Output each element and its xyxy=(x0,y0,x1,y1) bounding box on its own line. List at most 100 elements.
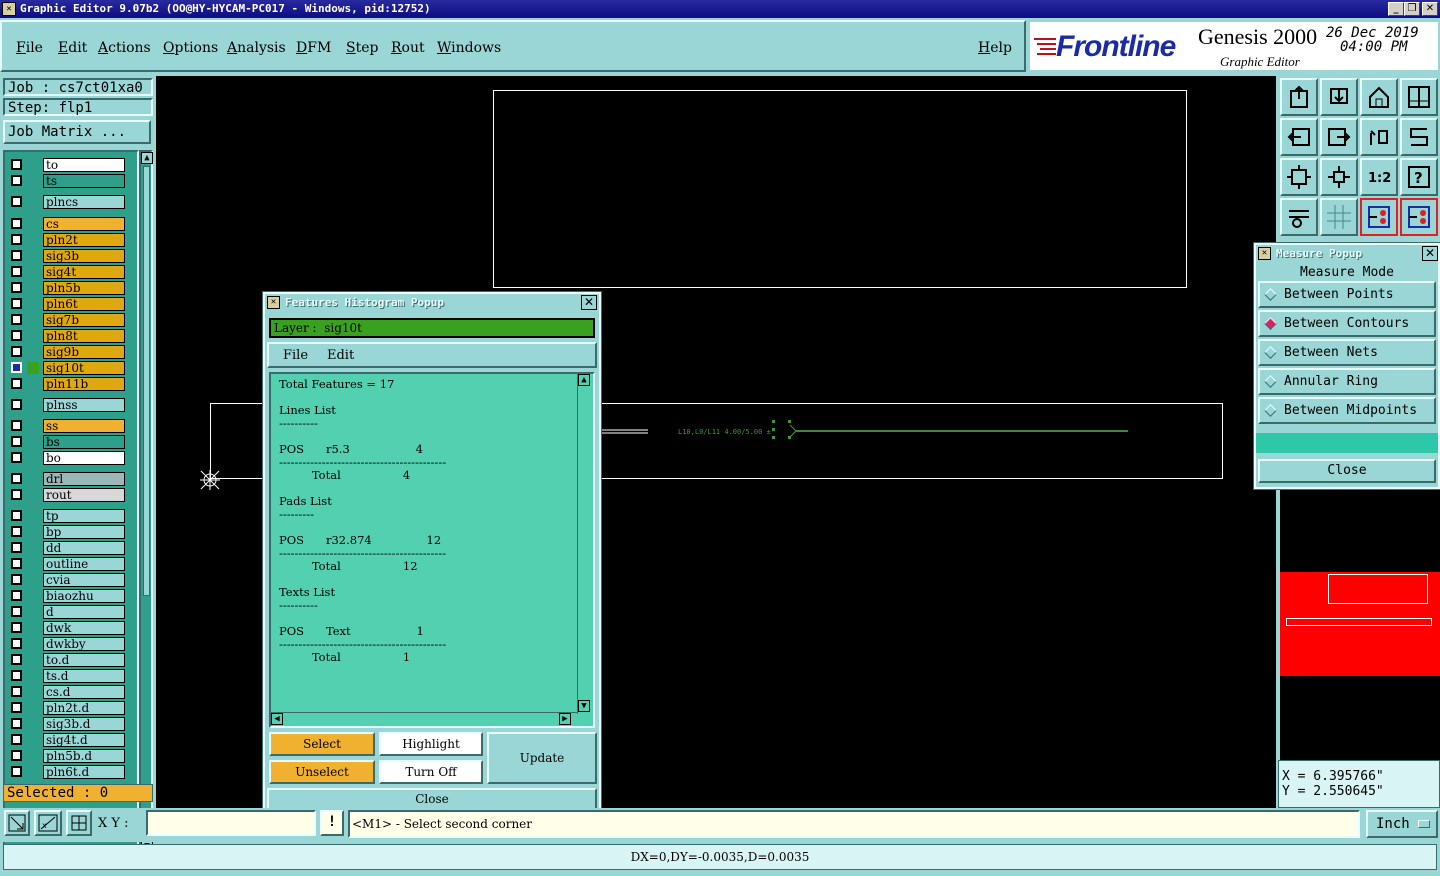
measure-option-annular-ring[interactable]: Annular Ring xyxy=(1258,368,1436,395)
layer-row-to[interactable]: to xyxy=(9,158,125,172)
layer-row-tp[interactable]: tp xyxy=(9,509,125,523)
layer-checkbox[interactable] xyxy=(11,606,22,617)
home-icon[interactable] xyxy=(1360,78,1398,116)
layer-checkbox[interactable] xyxy=(11,282,22,293)
histogram-menu-file[interactable]: File xyxy=(283,348,308,363)
layer-checkbox[interactable] xyxy=(11,175,22,186)
menu-windows[interactable]: Windows xyxy=(437,40,501,56)
layer-checkbox[interactable] xyxy=(11,250,22,261)
layer-checkbox[interactable] xyxy=(11,702,22,713)
measure-close-icon[interactable]: ✕ xyxy=(1422,246,1438,261)
layer-row-dd[interactable]: dd xyxy=(9,541,125,555)
pan-right-icon[interactable] xyxy=(1320,118,1358,156)
layer-row-bp[interactable]: bp xyxy=(9,525,125,539)
tools-icon[interactable] xyxy=(1280,198,1318,236)
layer-row-biaozhu[interactable]: biaozhu xyxy=(9,589,125,603)
layer-checkbox[interactable] xyxy=(11,489,22,500)
measure-option-between-nets[interactable]: Between Nets xyxy=(1258,339,1436,366)
net-icon[interactable] xyxy=(1360,198,1398,236)
unselect-button[interactable]: Unselect xyxy=(269,760,375,784)
layer-row-sig7b[interactable]: sig7b xyxy=(9,313,125,327)
histogram-close-icon[interactable]: ✕ xyxy=(581,295,597,310)
scroll-up-icon[interactable]: ▲ xyxy=(141,152,153,164)
snap-grid-icon[interactable] xyxy=(66,810,92,836)
layer-row-sig10t[interactable]: sig10t xyxy=(9,361,125,375)
layer-checkbox[interactable] xyxy=(11,159,22,170)
layer-checkbox[interactable] xyxy=(11,766,22,777)
layer-checkbox[interactable] xyxy=(11,542,22,553)
layer-row-dwkby[interactable]: dwkby xyxy=(9,637,125,651)
close-window-button[interactable]: ✕ xyxy=(1422,2,1438,16)
menu-actions[interactable]: Actions xyxy=(98,40,151,56)
layer-row-to-d[interactable]: to.d xyxy=(9,653,125,667)
alert-icon[interactable]: ! xyxy=(320,810,344,836)
layer-checkbox[interactable] xyxy=(11,452,22,463)
job-matrix-button[interactable]: Job Matrix ... xyxy=(3,120,151,144)
layer-row-cs-d[interactable]: cs.d xyxy=(9,685,125,699)
center-icon[interactable] xyxy=(1320,158,1358,196)
histogram-hscroll[interactable]: ◀ ▶ xyxy=(271,712,577,726)
layer-row-sig3b[interactable]: sig3b xyxy=(9,249,125,263)
fit-all-icon[interactable] xyxy=(1280,158,1318,196)
layer-checkbox[interactable] xyxy=(11,362,22,373)
layer-checkbox[interactable] xyxy=(11,526,22,537)
scroll-down-icon[interactable]: ▼ xyxy=(578,700,590,712)
maximize-button[interactable]: ❐ xyxy=(1404,2,1420,16)
layer-checkbox[interactable] xyxy=(11,266,22,277)
highlight-button[interactable]: Highlight xyxy=(379,732,483,756)
histogram-close-button[interactable]: Close xyxy=(267,788,597,810)
layer-row-pln6t[interactable]: pln6t xyxy=(9,297,125,311)
histogram-vscroll[interactable]: ▲ ▼ xyxy=(577,374,591,714)
layer-checkbox[interactable] xyxy=(11,473,22,484)
zoom-home-icon[interactable] xyxy=(1280,78,1318,116)
layer-row-pln8t[interactable]: pln8t xyxy=(9,329,125,343)
measure-option-between-points[interactable]: Between Points xyxy=(1258,281,1436,308)
layer-checkbox[interactable] xyxy=(11,718,22,729)
menu-step[interactable]: Step xyxy=(346,40,378,56)
layer-checkbox[interactable] xyxy=(11,196,22,207)
layer-row-plncs[interactable]: plncs xyxy=(9,195,125,209)
layer-checkbox[interactable] xyxy=(11,218,22,229)
menu-options[interactable]: Options xyxy=(163,40,218,56)
menu-analysis[interactable]: Analysis xyxy=(227,40,286,56)
layer-checkbox[interactable] xyxy=(11,670,22,681)
histogram-text-area[interactable]: Total Features = 17 Lines List ---------- P… xyxy=(269,372,595,728)
layer-checkbox[interactable] xyxy=(11,750,22,761)
layer-checkbox[interactable] xyxy=(11,330,22,341)
layer-row-plnss[interactable]: plnss xyxy=(9,398,125,412)
layer-row-drl[interactable]: drl xyxy=(9,472,125,486)
layer-row-sig4t-d[interactable]: sig4t.d xyxy=(9,733,125,747)
layer-row-ts[interactable]: ts xyxy=(9,174,125,188)
xy-input[interactable] xyxy=(146,810,316,836)
pan-left-icon[interactable] xyxy=(1280,118,1318,156)
layer-row-bs[interactable]: bs xyxy=(9,435,125,449)
update-button[interactable]: Update xyxy=(487,732,597,784)
layer-checkbox[interactable] xyxy=(11,590,22,601)
layer-list-scrollbar[interactable]: ▲ ▼ xyxy=(139,150,153,854)
layer-checkbox[interactable] xyxy=(11,298,22,309)
layer-checkbox[interactable] xyxy=(11,638,22,649)
layer-checkbox[interactable] xyxy=(11,686,22,697)
layer-checkbox[interactable] xyxy=(11,654,22,665)
mirror-icon[interactable] xyxy=(1400,118,1438,156)
measure-mode-icon[interactable]: x xyxy=(34,810,62,836)
layer-checkbox[interactable] xyxy=(11,622,22,633)
layer-row-sig9b[interactable]: sig9b xyxy=(9,345,125,359)
turn-off-button[interactable]: Turn Off xyxy=(379,760,483,784)
menu-edit[interactable]: Edit xyxy=(58,40,87,56)
menu-rout[interactable]: Rout xyxy=(391,40,425,56)
layer-row-dwk[interactable]: dwk xyxy=(9,621,125,635)
net-compare-icon[interactable] xyxy=(1400,198,1438,236)
grid-icon[interactable] xyxy=(1320,198,1358,236)
layer-row-pln6t-d[interactable]: pln6t.d xyxy=(9,765,125,779)
layer-checkbox[interactable] xyxy=(11,234,22,245)
layer-row-pln2t-d[interactable]: pln2t.d xyxy=(9,701,125,715)
scroll-up-icon[interactable]: ▲ xyxy=(578,374,590,386)
measure-option-between-contours[interactable]: Between Contours xyxy=(1258,310,1436,337)
layer-row-outline[interactable]: outline xyxy=(9,557,125,571)
select-mode-icon[interactable] xyxy=(4,810,30,836)
layer-row-sig4t[interactable]: sig4t xyxy=(9,265,125,279)
layer-row-bo[interactable]: bo xyxy=(9,451,125,465)
menu-help[interactable]: Help xyxy=(978,40,1012,56)
rotate-icon[interactable] xyxy=(1360,118,1398,156)
